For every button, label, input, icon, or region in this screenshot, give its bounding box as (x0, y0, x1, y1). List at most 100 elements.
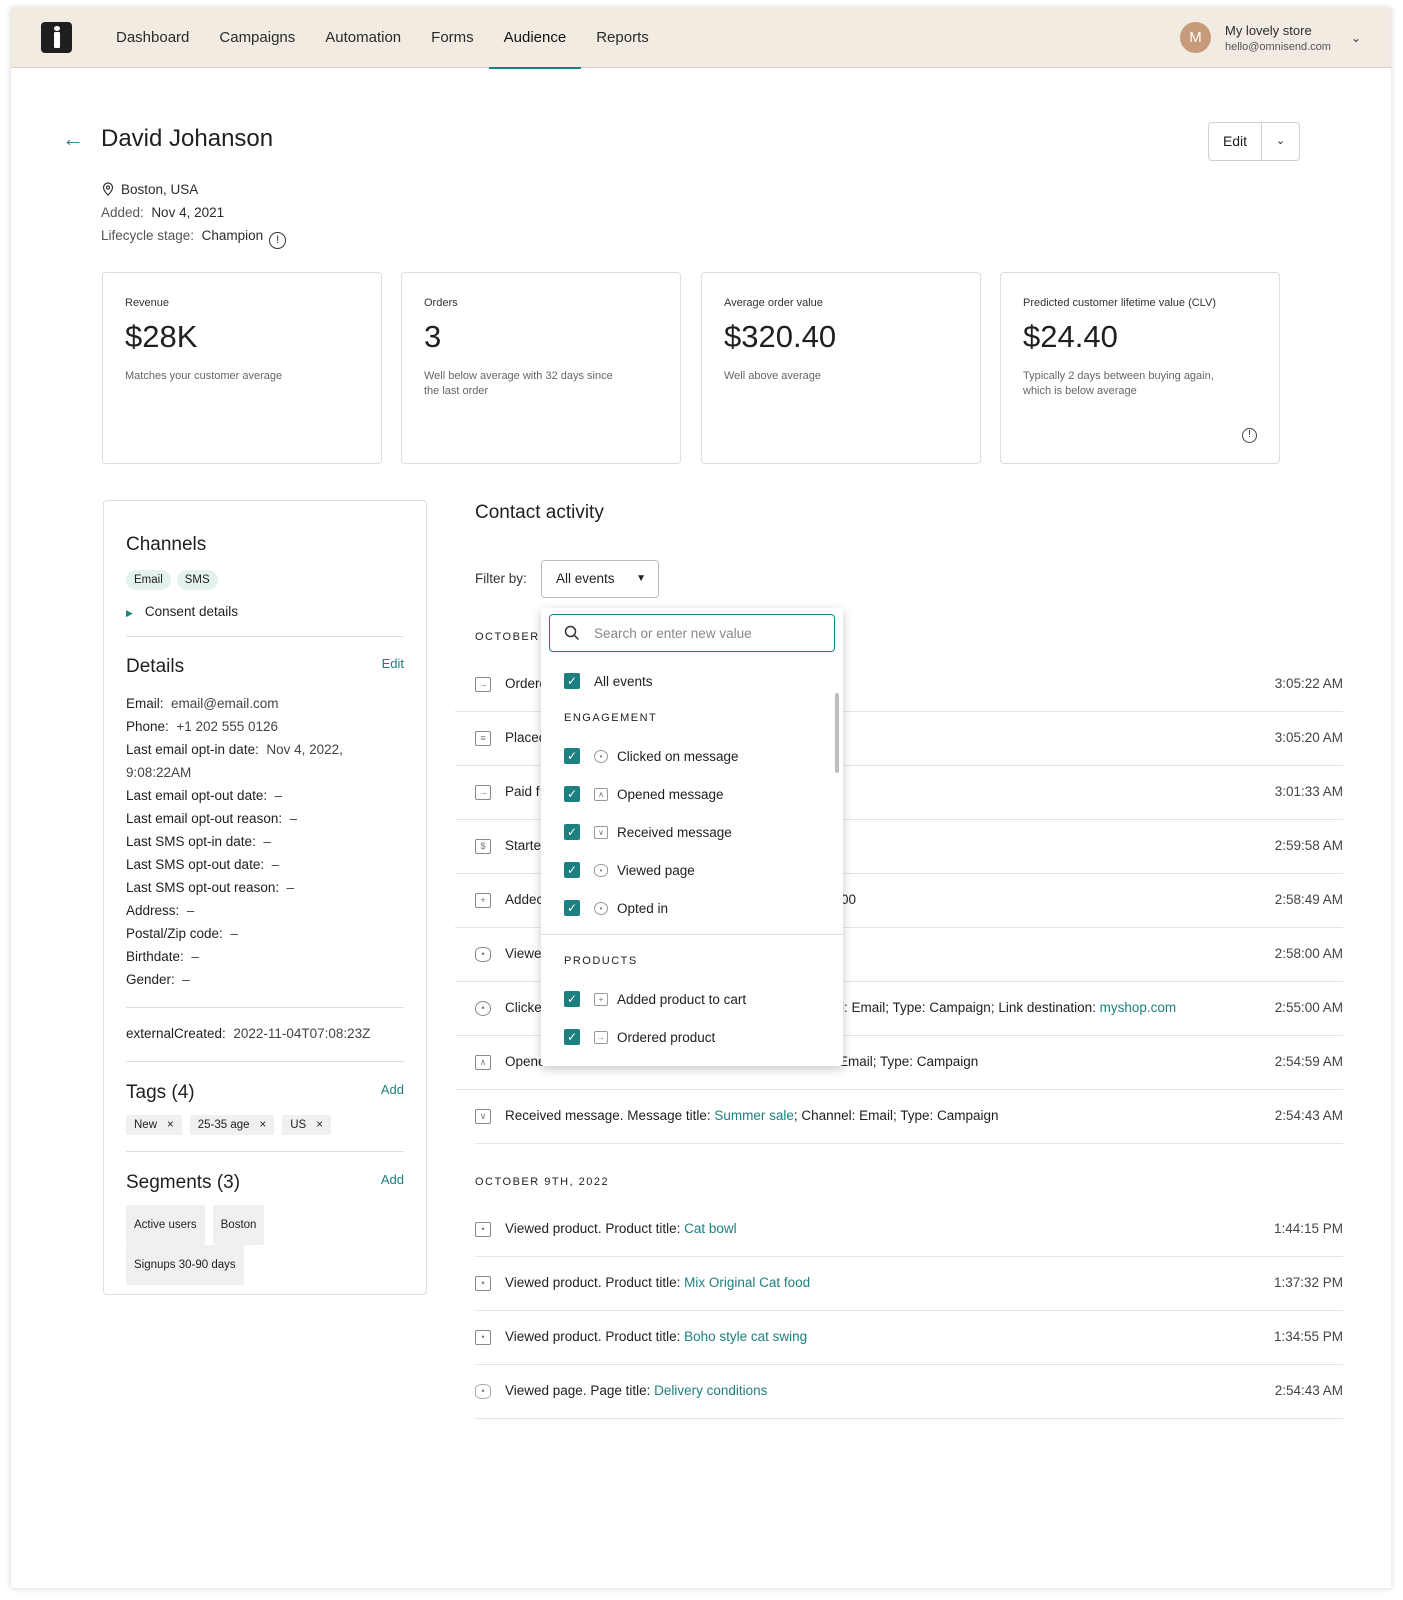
stat-value: $24.40 (1023, 319, 1118, 354)
stat-description: Typically 2 days between buying again, w… (1023, 370, 1214, 397)
checkbox-checked-icon[interactable]: ✓ (564, 900, 580, 916)
add-segment-link[interactable]: Add (381, 1172, 404, 1187)
stat-value: 3 (424, 319, 442, 354)
added-date: Nov 4, 2021 (151, 205, 225, 220)
activity-text: Addec (505, 892, 544, 907)
nav-audience[interactable]: Audience (488, 8, 582, 69)
detail-row: Last email opt-out reason: – (126, 811, 298, 826)
detail-row: Last SMS opt-in date: – (126, 834, 271, 849)
activity-text: Viewed page. Page title: (505, 1383, 655, 1398)
channels-title: Channels (126, 534, 207, 555)
edit-details-link[interactable]: Edit (382, 656, 404, 671)
stat-label: Predicted customer lifetime value (CLV) (1023, 297, 1216, 309)
document-icon: ≡ (475, 731, 491, 746)
checkbox-checked-icon[interactable]: ✓ (564, 786, 580, 802)
activity-link[interactable]: myshop.com (1100, 1000, 1177, 1015)
stat-label: Average order value (724, 297, 823, 309)
external-created-row: externalCreated: 2022-11-04T07:08:23Z (126, 1026, 371, 1041)
activity-link[interactable]: Cat bowl (684, 1221, 737, 1236)
eye-icon: • (475, 947, 491, 962)
back-arrow-icon[interactable]: ← (62, 126, 84, 152)
option-added-product-to-cart[interactable]: ✓ + Added product to cart (564, 989, 746, 1009)
activity-text-tail: ; Channel: Email; Type: Campaign (793, 1108, 999, 1123)
order-icon: → (594, 1030, 608, 1044)
chevron-down-icon[interactable]: ⌄ (1351, 31, 1361, 45)
activity-text: Viewed product. Product title: (505, 1329, 685, 1344)
activity-time: 2:54:43 AM (1274, 1108, 1343, 1123)
checkbox-checked-icon[interactable]: ✓ (564, 673, 580, 689)
segment-chip: Active users (126, 1205, 205, 1245)
activity-link[interactable]: Mix Original Cat food (684, 1275, 810, 1290)
activity-text-tail: Email; Type: Campaign (839, 1054, 979, 1069)
click-icon: • (594, 749, 608, 763)
search-field[interactable] (549, 614, 835, 652)
consent-details-toggle[interactable]: ▶ Consent details (126, 604, 404, 619)
segments-title: Segments (3) (126, 1172, 241, 1193)
activity-text: Viewe (505, 946, 542, 961)
omnisend-logo[interactable] (41, 22, 72, 53)
close-icon[interactable]: × (167, 1119, 174, 1131)
nav-campaigns[interactable]: Campaigns (204, 8, 310, 68)
tag-chip: New × (126, 1115, 182, 1135)
activity-link[interactable]: Boho style cat swing (684, 1329, 807, 1344)
added-label: Added: (101, 205, 144, 220)
envelope-icon: ∨ (594, 825, 608, 839)
divider (126, 636, 404, 637)
checkbox-checked-icon[interactable]: ✓ (564, 824, 580, 840)
chevron-down-icon[interactable]: ⌄ (1262, 123, 1299, 160)
nav-forms[interactable]: Forms (416, 8, 489, 68)
avatar: M (1179, 22, 1211, 53)
search-icon (564, 625, 580, 641)
dropdown-scrollbar[interactable] (835, 693, 839, 773)
activity-text: Placec (505, 730, 546, 745)
option-all-events[interactable]: ✓ All events (564, 671, 653, 691)
activity-time: 2:58:00 AM (1274, 946, 1343, 961)
search-input[interactable] (594, 623, 824, 643)
option-opened-message[interactable]: ✓ ∧ Opened message (564, 784, 724, 804)
filter-label: Filter by: (475, 571, 527, 586)
activity-link[interactable]: Delivery conditions (654, 1383, 767, 1398)
eye-icon: • (475, 1276, 491, 1291)
app-window: Dashboard Campaigns Automation Forms Aud… (11, 8, 1391, 1588)
click-icon: • (475, 1001, 491, 1016)
edit-button-group: Edit ⌄ (1208, 122, 1300, 161)
info-icon[interactable]: ! (269, 232, 287, 249)
detail-row: Phone: +1 202 555 0126 (126, 719, 279, 734)
account-menu[interactable]: M My lovely store hello@omnisend.com ⌄ (1179, 22, 1361, 53)
add-tag-link[interactable]: Add (381, 1082, 404, 1097)
activity-time: 2:59:58 AM (1274, 838, 1343, 853)
activity-text: Viewed product. Product title: (505, 1275, 685, 1290)
page-title: David Johanson (101, 125, 274, 152)
activity-text-tail: l: Email; Type: Campaign; Link destinati… (841, 1000, 1100, 1015)
stat-card-average-order-value: Average order value $320.40 Well above a… (701, 272, 981, 464)
tag-chip: 25-35 age × (189, 1115, 275, 1135)
option-clicked-on-message[interactable]: ✓ • Clicked on message (564, 746, 739, 766)
nav-automation[interactable]: Automation (310, 8, 416, 68)
activity-row: ∨ Received message. Message title: Summe… (475, 1090, 1343, 1144)
main-nav: Dashboard Campaigns Automation Forms Aud… (101, 8, 664, 69)
close-icon[interactable]: × (260, 1119, 267, 1131)
close-icon[interactable]: × (316, 1119, 323, 1131)
stat-description: Well below average with 32 days since th… (424, 370, 613, 397)
detail-row: Birthdate: – (126, 949, 199, 964)
checkbox-checked-icon[interactable]: ✓ (564, 1029, 580, 1045)
option-received-message[interactable]: ✓ ∨ Received message (564, 822, 732, 842)
edit-contact-button[interactable]: Edit (1209, 123, 1262, 160)
add-to-cart-icon: + (475, 893, 491, 908)
checkbox-checked-icon[interactable]: ✓ (564, 748, 580, 764)
divider (541, 934, 843, 935)
activity-text-tail: 00 (841, 892, 857, 907)
channel-chips: Email SMS (126, 570, 404, 590)
nav-dashboard[interactable]: Dashboard (101, 8, 204, 68)
option-opted-in[interactable]: ✓ • Opted in (564, 898, 668, 918)
checkbox-checked-icon[interactable]: ✓ (564, 991, 580, 1007)
option-ordered-product[interactable]: ✓ → Ordered product (564, 1027, 715, 1047)
nav-reports[interactable]: Reports (581, 8, 664, 68)
detail-row: Last email opt-out date: – (126, 788, 283, 803)
event-filter-select[interactable]: All events ▼ (541, 560, 659, 598)
activity-link[interactable]: Summer sale (714, 1108, 794, 1123)
option-viewed-page[interactable]: ✓ • Viewed page (564, 860, 695, 880)
checkbox-checked-icon[interactable]: ✓ (564, 862, 580, 878)
info-icon[interactable]: ! (1242, 428, 1257, 443)
activity-text: Paid f (505, 784, 540, 799)
